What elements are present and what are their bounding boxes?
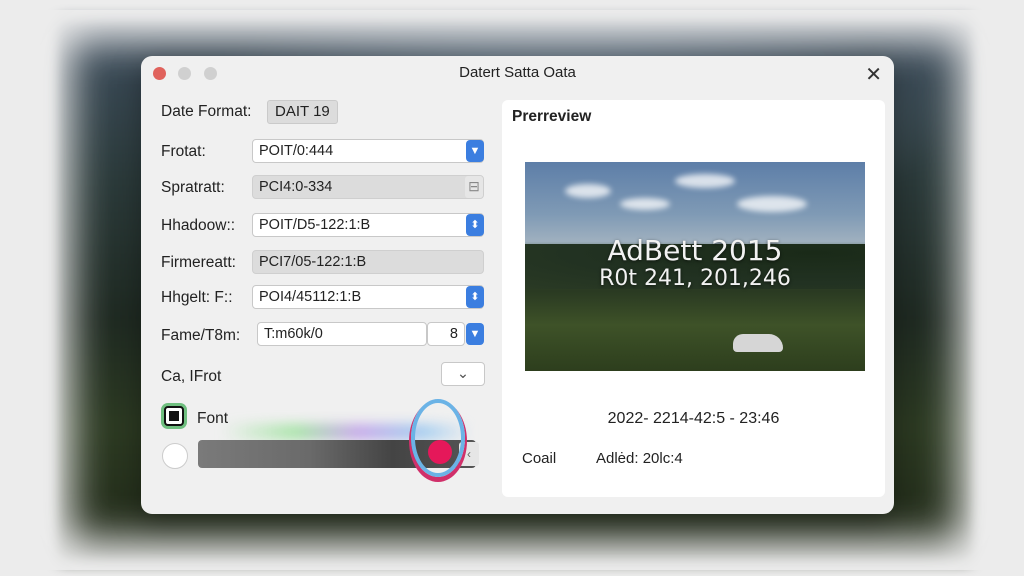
date-format-label: Date Format: [161, 103, 252, 120]
preview-panel: Prerreview AdBett 2015 R0t 241, 201,246 … [502, 100, 885, 497]
chevron-up-down-icon[interactable]: ⬍ [466, 214, 484, 236]
color-radio[interactable] [162, 443, 188, 469]
spratratt-label: Spratratt: [161, 179, 225, 196]
fame-label: Fame/T8m: [161, 327, 241, 344]
spratratt-value: PCI4:0-334 [259, 179, 333, 195]
chevron-down-icon[interactable]: ▼ [466, 323, 484, 345]
hhgelt-label: Hhgelt: F:: [161, 289, 233, 306]
cloud [737, 196, 807, 212]
cloud [620, 198, 670, 210]
preview-image: AdBett 2015 R0t 241, 201,246 [525, 162, 865, 371]
preview-left-text: Coail [522, 450, 557, 467]
slider-focus-ring [411, 399, 465, 477]
preview-timestamp: 2022- 2214-42:5 - 23:46 [607, 410, 780, 427]
ca-dropdown[interactable]: ⌄ [441, 362, 485, 386]
ca-label: Ca, IFrot [161, 368, 222, 385]
cloud [675, 174, 735, 188]
font-checkbox[interactable] [164, 406, 184, 426]
hhadoow-select[interactable]: POIT/D5-122:1:B [252, 213, 484, 237]
stepper-icon: ⊟ [465, 176, 483, 198]
color-slider-thumb[interactable] [428, 440, 452, 464]
fame-input[interactable]: T:m60k/0 [257, 322, 427, 346]
preview-overlay-line2: R0t 241, 201,246 [599, 266, 791, 291]
fame-suffix-field[interactable]: 8 [427, 322, 465, 346]
date-format-value[interactable]: DAIT 19 [267, 100, 338, 124]
chevron-down-icon[interactable]: ▼ [466, 140, 484, 162]
date-stamp-dialog: Datert Satta Oata ✕ Date Format: DAIT 19… [141, 56, 894, 514]
frotat-label: Frotat: [161, 143, 206, 160]
frotat-select[interactable]: POIT/0:444 [252, 139, 484, 163]
hhgelt-select[interactable]: POI4/45112:1:B [252, 285, 484, 309]
spratratt-field: PCI4:0-334 [252, 175, 484, 199]
preview-right-text: Adlėd: 20lc:4 [596, 450, 683, 467]
chevron-up-down-icon[interactable]: ⬍ [466, 286, 484, 308]
car [733, 334, 783, 352]
hhgelt-value: POI4/45112:1:B [259, 289, 362, 305]
close-icon[interactable]: ✕ [865, 62, 882, 87]
frotat-value: POIT/0:444 [259, 143, 334, 159]
fame-suffix: 8 [449, 326, 458, 342]
preview-overlay-line1: AdBett 2015 [607, 234, 783, 267]
firmereatt-label: Firmereatt: [161, 254, 236, 271]
hhadoow-value: POIT/D5-122:1:B [259, 217, 371, 233]
fame-value: T:m60k/0 [264, 326, 323, 342]
cloud [565, 184, 611, 198]
firmereatt-value: PCI7/05-122:1:B [259, 254, 367, 270]
hhadoow-label: Hhadoow:: [161, 217, 236, 234]
preview-title: Prerreview [512, 108, 592, 125]
window-title: Datert Satta Oata [459, 64, 576, 81]
firmereatt-field: PCI7/05-122:1:B [252, 250, 484, 274]
